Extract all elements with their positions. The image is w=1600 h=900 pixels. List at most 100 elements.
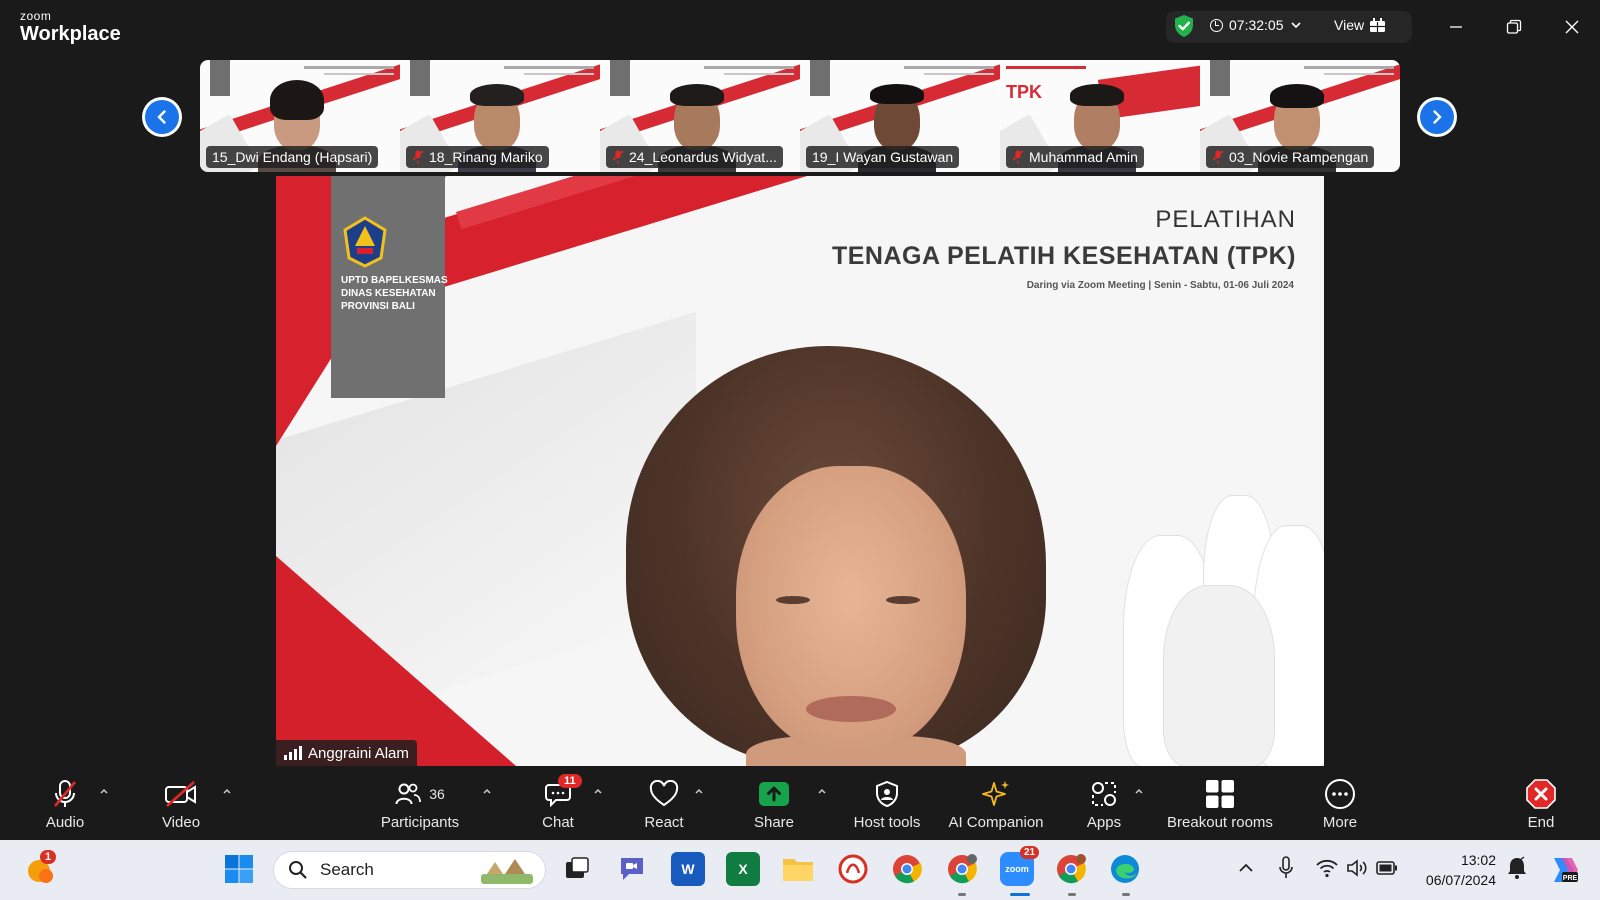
audio-options-caret[interactable]	[99, 786, 109, 796]
taskbar-chrome-profile-2[interactable]	[1054, 852, 1088, 886]
taskbar-teams[interactable]	[615, 852, 649, 886]
host-tools-label: Host tools	[853, 814, 921, 831]
prev-page-button[interactable]	[142, 97, 182, 137]
taskbar-edge[interactable]	[1108, 852, 1142, 886]
battery-icon[interactable]	[1376, 860, 1398, 876]
participant-name: 19_I Wayan Gustawan	[812, 149, 954, 165]
sparkle-icon	[982, 781, 1009, 806]
running-indicator	[1068, 893, 1076, 896]
chevron-up-icon[interactable]	[1238, 861, 1254, 875]
task-view-icon	[566, 857, 589, 878]
chevron-down-icon	[1290, 22, 1301, 29]
speaker-figure	[586, 346, 1106, 766]
react-label: React	[644, 814, 684, 831]
ai-companion-button[interactable]: AI Companion	[944, 778, 1048, 834]
active-speaker-video[interactable]: UPTD BAPELKESMAS DINAS KESEHATAN PROVINS…	[276, 176, 1324, 766]
more-label: More	[1322, 814, 1358, 831]
apps-button[interactable]: Apps	[1084, 778, 1124, 834]
zoom-logo: zoom Workplace	[20, 10, 121, 44]
taskbar-zoom[interactable]: zoom 21	[1000, 846, 1040, 886]
zoom-badge: 21	[1020, 846, 1040, 859]
video-off-icon	[165, 781, 196, 807]
edge-icon	[1111, 855, 1139, 883]
meeting-timer[interactable]: 07:32:05	[1210, 17, 1302, 33]
participant-name: 03_Novie Rampengan	[1229, 149, 1369, 165]
close-button[interactable]	[1552, 12, 1592, 42]
participants-options-caret[interactable]	[482, 786, 492, 796]
participant-name-tag: 03_Novie Rampengan	[1206, 146, 1375, 168]
wifi-icon[interactable]	[1316, 858, 1338, 878]
participant-thumbnail-strip: 15_Dwi Endang (Hapsari) 18_Rinang Mariko…	[200, 60, 1400, 172]
chat-options-caret[interactable]	[593, 786, 603, 796]
word-icon: W	[681, 861, 695, 877]
weather-widget[interactable]: 1	[24, 850, 64, 888]
share-options-caret[interactable]	[817, 786, 827, 796]
taskbar-chrome[interactable]	[890, 852, 924, 886]
chrome-icon	[948, 854, 977, 884]
taskbar-file-explorer[interactable]	[781, 852, 815, 886]
minimize-button[interactable]	[1436, 12, 1476, 42]
participant-tile[interactable]: TPK Muhammad Amin	[1000, 60, 1200, 172]
audio-label: Audio	[45, 814, 85, 831]
participant-name-tag: 18_Rinang Mariko	[406, 146, 549, 168]
participant-tile[interactable]: 24_Leonardus Widyat...	[600, 60, 800, 172]
taskbar-task-view[interactable]	[560, 852, 594, 886]
participant-tile[interactable]: 15_Dwi Endang (Hapsari)	[200, 60, 400, 172]
participants-label: Participants	[380, 814, 460, 831]
restore-button[interactable]	[1494, 12, 1534, 42]
more-dots-icon	[1325, 779, 1355, 809]
taskbar-app-red[interactable]	[836, 852, 870, 886]
clock-date: 06/07/2024	[1425, 872, 1496, 888]
share-label: Share	[753, 814, 795, 831]
chevron-left-icon	[157, 110, 166, 124]
brand-top: zoom	[20, 9, 52, 23]
apps-options-caret[interactable]	[1134, 786, 1144, 796]
taskbar-excel[interactable]: X	[726, 852, 760, 886]
mic-muted-icon	[54, 780, 76, 807]
react-button[interactable]: React	[642, 778, 686, 834]
video-button[interactable]: Video	[156, 778, 206, 834]
participant-tile[interactable]: 19_I Wayan Gustawan	[800, 60, 1000, 172]
mic-muted-icon	[412, 150, 424, 164]
share-button[interactable]: Share	[752, 778, 796, 834]
chrome-icon	[1057, 854, 1086, 884]
host-shield-icon	[876, 780, 898, 808]
participant-name: 18_Rinang Mariko	[429, 149, 543, 165]
react-options-caret[interactable]	[694, 786, 704, 796]
breakout-rooms-button[interactable]: Breakout rooms	[1162, 778, 1278, 834]
clock-icon	[1210, 18, 1223, 32]
end-label: End	[1527, 814, 1555, 831]
audio-button[interactable]: Audio	[40, 778, 90, 834]
copilot-icon[interactable]: PRE	[1546, 854, 1580, 886]
clock-time: 13:02	[1460, 852, 1496, 868]
video-options-caret[interactable]	[222, 786, 232, 796]
slide-title-line2: TENAGA PELATIH KESEHATAN (TPK)	[831, 242, 1296, 270]
next-page-button[interactable]	[1417, 97, 1457, 137]
notification-bell-icon[interactable]	[1506, 856, 1528, 880]
minimize-icon	[1450, 26, 1462, 28]
taskbar-chrome-profile[interactable]	[945, 852, 979, 886]
meet-chat-icon	[621, 858, 643, 880]
taskbar-word[interactable]: W	[671, 852, 705, 886]
search-highlight-icon	[481, 859, 533, 884]
more-button[interactable]: More	[1316, 778, 1364, 834]
volume-icon[interactable]	[1346, 858, 1368, 878]
chat-button[interactable]: 11 Chat	[538, 774, 582, 834]
participant-name: Muhammad Amin	[1029, 149, 1138, 165]
host-tools-button[interactable]: Host tools	[850, 778, 924, 834]
microphone-icon[interactable]	[1278, 856, 1294, 880]
participant-tile[interactable]: 18_Rinang Mariko	[400, 60, 600, 172]
end-meeting-button[interactable]: End	[1524, 778, 1558, 834]
mic-muted-icon	[1012, 150, 1024, 164]
participant-tile[interactable]: 03_Novie Rampengan	[1200, 60, 1400, 172]
participants-button[interactable]: 36 Participants	[372, 778, 468, 834]
taskbar-clock[interactable]: 13:02 06/07/2024	[1404, 852, 1496, 888]
start-button[interactable]	[224, 854, 256, 886]
view-button[interactable]: View	[1334, 17, 1386, 33]
heart-icon	[649, 780, 679, 807]
shield-check-icon[interactable]	[1172, 14, 1196, 38]
participant-name-tag: 15_Dwi Endang (Hapsari)	[206, 146, 379, 168]
mic-muted-icon	[612, 150, 624, 164]
taskbar-search[interactable]: Search	[273, 851, 546, 889]
restore-icon	[1506, 19, 1522, 34]
